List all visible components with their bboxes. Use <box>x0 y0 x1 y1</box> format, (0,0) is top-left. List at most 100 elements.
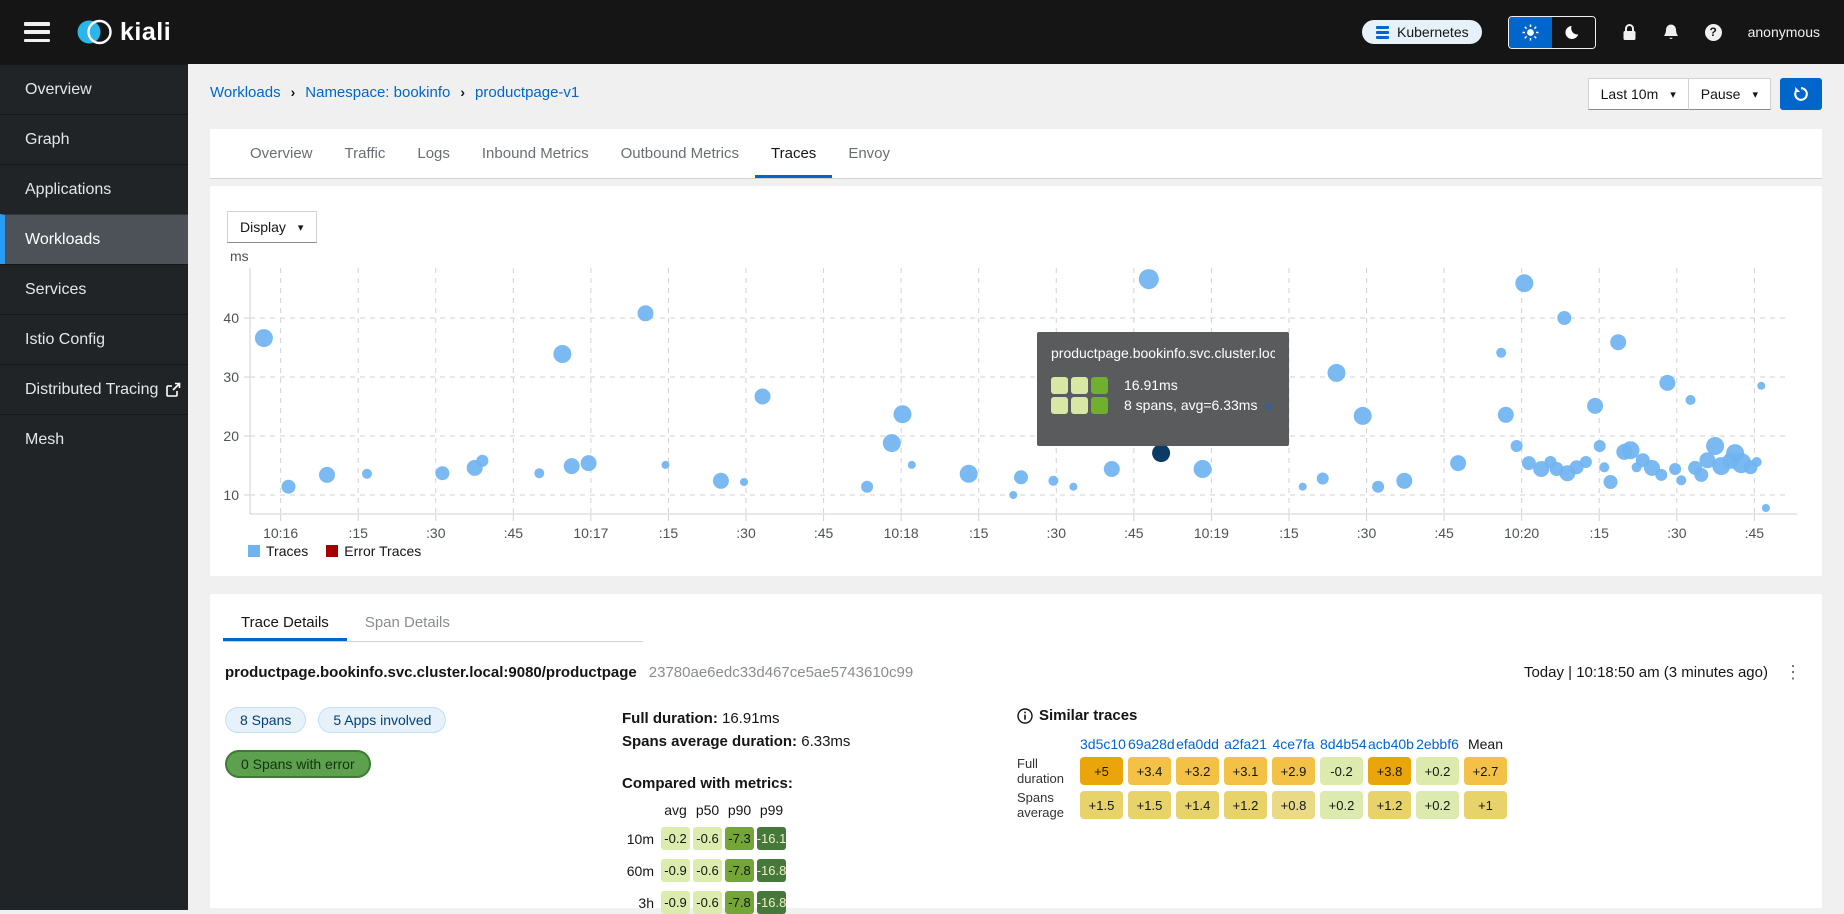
tab-traces[interactable]: Traces <box>755 129 832 178</box>
trace-point[interactable] <box>883 434 901 452</box>
similar-trace-link-3d5c10[interactable]: 3d5c10 <box>1080 736 1123 752</box>
tab-inbound-metrics[interactable]: Inbound Metrics <box>466 129 605 178</box>
trace-point[interactable] <box>1194 460 1212 478</box>
trace-point[interactable] <box>1299 483 1307 491</box>
trace-point[interactable] <box>435 466 449 480</box>
tab-logs[interactable]: Logs <box>401 129 466 178</box>
trace-point[interactable] <box>1496 348 1506 358</box>
trace-point[interactable] <box>534 468 544 478</box>
trace-point[interactable] <box>1104 461 1120 477</box>
trace-point[interactable] <box>713 473 729 489</box>
trace-point[interactable] <box>1354 407 1372 425</box>
trace-point[interactable] <box>1659 375 1675 391</box>
dark-theme-button[interactable] <box>1552 17 1595 48</box>
sidebar-item-mesh[interactable]: Mesh <box>0 414 188 464</box>
selected-trace-point[interactable] <box>1152 444 1170 462</box>
sidebar-item-overview[interactable]: Overview <box>0 64 188 114</box>
trace-point[interactable] <box>1752 457 1762 467</box>
tab-span-details[interactable]: Span Details <box>347 606 468 641</box>
trace-point[interactable] <box>1498 407 1514 423</box>
trace-point[interactable] <box>1694 468 1708 482</box>
trace-point[interactable] <box>255 329 273 347</box>
user-menu[interactable]: anonymous <box>1748 24 1820 40</box>
trace-point[interactable] <box>1014 470 1028 484</box>
tab-outbound-metrics[interactable]: Outbound Metrics <box>605 129 755 178</box>
breadcrumb-link-workloads[interactable]: Workloads <box>210 84 281 101</box>
similar-trace-link-4ce7fa[interactable]: 4ce7fa <box>1272 736 1315 752</box>
trace-point[interactable] <box>564 458 580 474</box>
trace-point[interactable] <box>908 461 916 469</box>
sidebar-item-istio-config[interactable]: Istio Config <box>0 314 188 364</box>
tab-overview[interactable]: Overview <box>234 129 329 178</box>
trace-point[interactable] <box>1317 473 1329 485</box>
trace-point[interactable] <box>1655 469 1667 481</box>
trace-point[interactable] <box>1511 440 1523 452</box>
trace-point[interactable] <box>894 405 912 423</box>
notifications-button[interactable] <box>1663 23 1679 41</box>
trace-point[interactable] <box>1676 475 1686 485</box>
sidebar-item-distributed-tracing[interactable]: Distributed Tracing <box>0 364 188 414</box>
trace-point[interactable] <box>1587 398 1603 414</box>
tab-envoy[interactable]: Envoy <box>832 129 906 178</box>
trace-point[interactable] <box>1139 269 1159 289</box>
tab-traffic[interactable]: Traffic <box>329 129 402 178</box>
lock-button[interactable] <box>1622 23 1637 41</box>
trace-point[interactable] <box>553 345 571 363</box>
trace-point[interactable] <box>1757 382 1765 390</box>
tab-trace-details[interactable]: Trace Details <box>223 606 347 641</box>
trace-point[interactable] <box>1580 456 1592 468</box>
trace-point[interactable] <box>1594 440 1606 452</box>
sidebar-item-graph[interactable]: Graph <box>0 114 188 164</box>
sync-icon <box>1793 86 1809 102</box>
sidebar-item-services[interactable]: Services <box>0 264 188 314</box>
similar-trace-link-2ebbf6[interactable]: 2ebbf6 <box>1416 736 1459 752</box>
trace-point[interactable] <box>740 478 748 486</box>
trace-point[interactable] <box>960 465 978 483</box>
trace-point[interactable] <box>1396 473 1412 489</box>
trace-point[interactable] <box>581 455 597 471</box>
duration-select[interactable]: Last 10m ▾ <box>1588 78 1689 110</box>
trace-point[interactable] <box>1622 441 1640 459</box>
trace-point[interactable] <box>1372 481 1384 493</box>
legend-item-error-traces: Error Traces <box>326 543 421 559</box>
sidebar-item-workloads[interactable]: Workloads <box>0 214 188 264</box>
trace-point[interactable] <box>1610 334 1626 350</box>
similar-trace-link-8d4b54[interactable]: 8d4b54 <box>1320 736 1363 752</box>
trace-point[interactable] <box>319 467 335 483</box>
trace-point[interactable] <box>1686 395 1696 405</box>
compared-cell: -7.3 <box>725 827 754 850</box>
trace-point[interactable] <box>1706 437 1724 455</box>
trace-point[interactable] <box>362 469 372 479</box>
similar-trace-link-a2fa21[interactable]: a2fa21 <box>1224 736 1267 752</box>
trace-point[interactable] <box>1557 311 1571 325</box>
trace-point[interactable] <box>638 305 654 321</box>
similar-trace-link-69a28d[interactable]: 69a28d <box>1128 736 1171 752</box>
trace-point[interactable] <box>755 389 771 405</box>
kebab-menu-icon[interactable]: ⋮ <box>1784 662 1802 683</box>
trace-point[interactable] <box>476 455 488 467</box>
trace-point[interactable] <box>861 481 873 493</box>
trace-point[interactable] <box>1328 364 1346 382</box>
trace-point[interactable] <box>662 461 670 469</box>
trace-point[interactable] <box>1009 491 1017 499</box>
trace-point[interactable] <box>1048 476 1058 486</box>
sidebar-item-applications[interactable]: Applications <box>0 164 188 214</box>
similar-trace-link-acb40b[interactable]: acb40b <box>1368 736 1411 752</box>
trace-point[interactable] <box>282 480 296 494</box>
trace-point[interactable] <box>1069 483 1077 491</box>
refresh-button[interactable] <box>1780 78 1822 110</box>
refresh-interval-select[interactable]: Pause ▾ <box>1689 78 1771 110</box>
help-button[interactable]: ? <box>1705 24 1722 41</box>
display-select[interactable]: Display ▾ <box>227 211 317 243</box>
breadcrumb-link-namespace-bookinfo[interactable]: Namespace: bookinfo <box>305 84 450 101</box>
trace-point[interactable] <box>1515 274 1533 292</box>
trace-point[interactable] <box>1669 463 1681 475</box>
breadcrumb-link-productpage-v1[interactable]: productpage-v1 <box>475 84 579 101</box>
trace-point[interactable] <box>1450 455 1466 471</box>
light-theme-button[interactable] <box>1509 17 1552 48</box>
trace-point[interactable] <box>1599 462 1609 472</box>
similar-trace-link-efa0dd[interactable]: efa0dd <box>1176 736 1219 752</box>
trace-point[interactable] <box>1762 504 1770 512</box>
trace-point[interactable] <box>1604 475 1618 489</box>
nav-toggle-button[interactable] <box>24 22 50 42</box>
